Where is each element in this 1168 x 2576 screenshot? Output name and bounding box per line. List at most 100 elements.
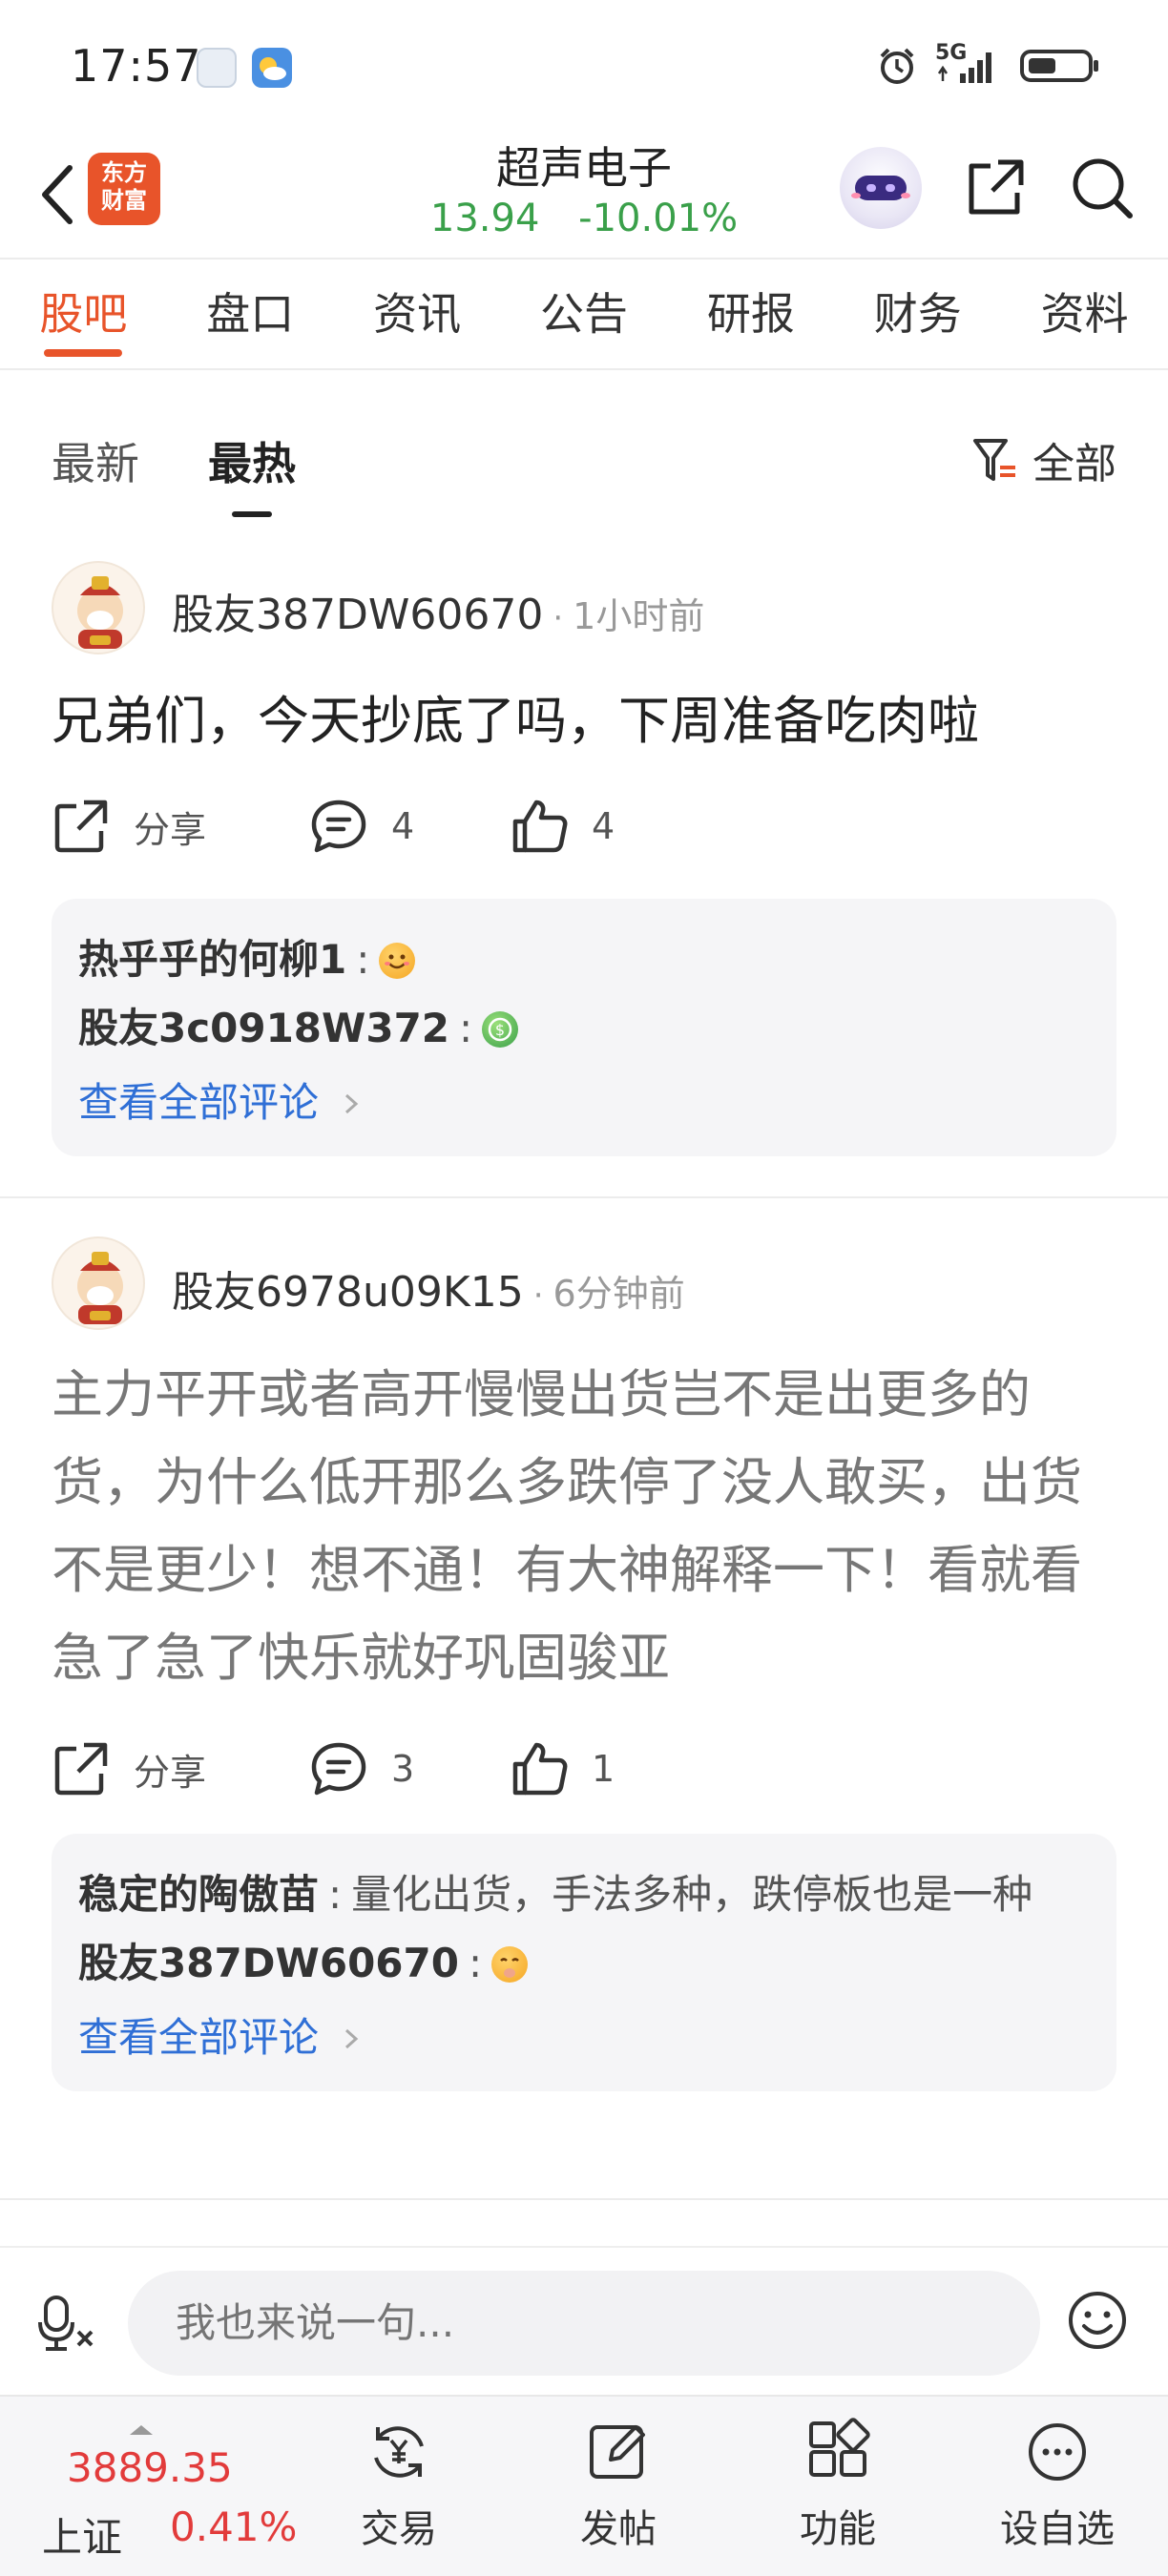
tab-pankou[interactable]: 盘口 [167, 260, 334, 368]
smiley-face-icon [1069, 2292, 1126, 2349]
index-change: 0.41% [170, 2503, 298, 2550]
post-author-line: 股友387DW60670 · 1小时前 [172, 580, 704, 641]
share-icon [54, 800, 108, 853]
comment-preview[interactable]: 稳定的陶傲苗: 量化出货，手法多种，跌停板也是一种 股友387DW60670: 查… [52, 1834, 1116, 2091]
post-time: 6分钟前 [553, 1273, 685, 1315]
share-button[interactable] [962, 155, 1029, 221]
like-action[interactable]: 4 [510, 788, 615, 864]
comment-input-bar [0, 2246, 1168, 2395]
post-item[interactable]: 股友387DW60670 · 1小时前 兄弟们，今天抄底了吗，下周准备吃肉啦 分享 … [0, 553, 1168, 1202]
nav-post[interactable]: 发帖 [532, 2410, 704, 2563]
stock-change-percent: -10.01% [578, 197, 739, 240]
nav-functions[interactable]: 功能 [752, 2410, 924, 2563]
caret-up-icon [130, 2425, 153, 2435]
nav-label: 交易 [361, 2507, 437, 2551]
tab-news[interactable]: 资讯 [334, 260, 501, 368]
author-name[interactable]: 股友387DW60670 [172, 591, 543, 639]
post-body[interactable]: 兄弟们，今天抄底了吗，下周准备吃肉啦 [52, 677, 1120, 765]
weather-icon [252, 48, 292, 88]
like-count: 4 [592, 805, 615, 847]
commenter-name[interactable]: 热乎乎的何柳1 [78, 936, 346, 983]
share-action[interactable]: 分享 [52, 788, 206, 864]
nav-trade[interactable]: 交易 [313, 2410, 485, 2563]
grid-icon [809, 2418, 870, 2477]
fortune-god-avatar-icon [77, 1252, 123, 1324]
author-avatar[interactable] [52, 1236, 145, 1330]
separator-dot: · [532, 1277, 544, 1315]
like-action[interactable]: 1 [510, 1731, 615, 1807]
view-all-comments-link[interactable]: 查看全部评论 [78, 1069, 1090, 1137]
nav-label: 设自选 [1000, 2507, 1115, 2551]
index-name: 上证 [42, 2514, 123, 2561]
sort-latest[interactable]: 最新 [52, 429, 139, 492]
nav-add-watchlist[interactable]: 设自选 [971, 2410, 1143, 2563]
stock-price: 13.94 [429, 197, 540, 240]
tab-finance[interactable]: 财务 [834, 260, 1001, 368]
index-value: 3889.35 [67, 2444, 233, 2491]
stock-header: 东方 财富 超声电子 13.94 -10.01% [0, 134, 1168, 260]
tab-profile[interactable]: 资料 [1001, 260, 1168, 368]
comment-text: 量化出货，手法多种，跌停板也是一种 [351, 1871, 1033, 1918]
main-tabs: 股吧 盘口 资讯 公告 研报 财务 资料 [0, 260, 1168, 368]
nav-label: 功能 [800, 2507, 876, 2551]
sort-bar: 最新 最热 全部 [0, 401, 1168, 517]
battery-icon [1020, 50, 1098, 82]
yen-refresh-icon [374, 2426, 424, 2478]
share-label: 分享 [134, 808, 207, 851]
status-indicators: 5G [876, 41, 1101, 90]
share-icon [969, 159, 1024, 215]
filter-label: 全部 [1032, 440, 1116, 488]
tab-research[interactable]: 研报 [667, 260, 834, 368]
commenter-name[interactable]: 股友3c0918W372 [78, 1005, 449, 1051]
comment-action[interactable]: 3 [309, 1731, 414, 1807]
emoji-button[interactable] [1063, 2286, 1132, 2355]
search-button[interactable] [1069, 155, 1136, 221]
microphone-icon [38, 2296, 94, 2351]
comment-preview-line: 稳定的陶傲苗: 量化出货，手法多种，跌停板也是一种 [78, 1871, 1033, 1918]
author-name[interactable]: 股友6978u09K15 [172, 1268, 524, 1317]
shush-emoji-icon [491, 1946, 529, 1983]
tab-guba[interactable]: 股吧 [0, 260, 167, 368]
post-actions: 分享 4 4 [52, 788, 1120, 864]
share-label: 分享 [134, 1751, 207, 1794]
notification-app-icon [197, 48, 237, 88]
filter-button[interactable]: 全部 [971, 429, 1116, 490]
tabs-divider [0, 368, 1168, 370]
comment-preview[interactable]: 热乎乎的何柳1: 股友3c0918W372: $ 查看全部评论 [52, 899, 1116, 1156]
comment-bubble-icon [311, 1742, 366, 1796]
thumbs-up-icon [512, 1742, 568, 1796]
assistant-robot-icon[interactable] [840, 147, 922, 229]
market-index-widget[interactable]: 3889.35 上证 0.41% [38, 2425, 305, 2561]
post-item[interactable]: 股友6978u09K15 · 6分钟前 主力平开或者高开慢慢出货岂不是出更多的货，为… [0, 1233, 1168, 2206]
post-separator [0, 2198, 1168, 2200]
post-time: 1小时前 [573, 595, 705, 637]
comment-count: 3 [391, 1748, 415, 1790]
post-separator [0, 1196, 1168, 1198]
tab-announcements[interactable]: 公告 [501, 260, 668, 368]
view-all-label: 查看全部评论 [78, 1079, 320, 1126]
author-avatar[interactable] [52, 561, 145, 654]
chevron-right-icon [345, 2028, 359, 2049]
comment-bubble-icon [311, 800, 366, 853]
separator-dot: · [553, 599, 564, 637]
commenter-name[interactable]: 稳定的陶傲苗 [78, 1871, 319, 1918]
comment-input[interactable] [128, 2271, 1040, 2376]
coin-emoji-icon: $ [482, 1011, 519, 1048]
view-all-label: 查看全部评论 [78, 2014, 320, 2061]
share-icon [54, 1742, 108, 1796]
comment-preview-line: 股友3c0918W372: $ [78, 994, 1090, 1063]
post-author-line: 股友6978u09K15 · 6分钟前 [172, 1257, 685, 1319]
view-all-comments-link[interactable]: 查看全部评论 [78, 2004, 1090, 2072]
search-icon [1073, 158, 1133, 218]
share-action[interactable]: 分享 [52, 1731, 206, 1807]
comment-action[interactable]: 4 [309, 788, 414, 864]
post-body[interactable]: 主力平开或者高开慢慢出货岂不是出更多的货，为什么低开那么多跌停了没人敢买，出货不… [52, 1351, 1120, 1702]
sort-hottest[interactable]: 最热 [208, 429, 296, 517]
comment-preview-line: 股友387DW60670: [78, 1929, 1090, 1998]
more-dots-icon [1029, 2423, 1086, 2481]
status-time: 17:57 [71, 40, 202, 92]
commenter-name[interactable]: 股友387DW60670 [78, 1940, 459, 1986]
comment-preview-line: 热乎乎的何柳1: [78, 925, 1090, 994]
voice-input-button[interactable] [36, 2290, 103, 2357]
like-count: 1 [592, 1748, 615, 1790]
